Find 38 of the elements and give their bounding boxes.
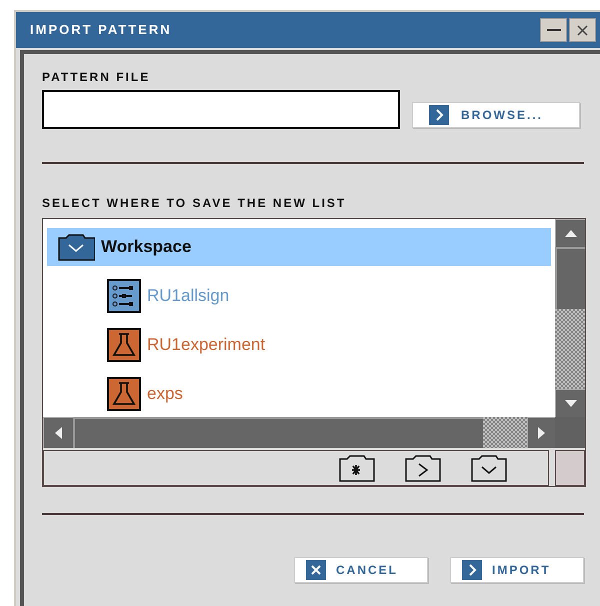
folder-chevron-down-icon	[470, 454, 508, 482]
minimize-button[interactable]	[540, 18, 567, 42]
flask-icon	[107, 328, 141, 362]
section-label: SELECT WHERE TO SAVE THE NEW LIST	[42, 195, 348, 212]
right-arrow-icon	[538, 427, 545, 439]
up-arrow-icon	[564, 230, 576, 237]
scroll-down-button[interactable]	[555, 389, 585, 417]
cancel-button[interactable]: CANCEL	[294, 557, 428, 583]
horizontal-scrollbar[interactable]	[43, 417, 555, 448]
list-icon	[107, 279, 141, 313]
folder-chevron-right-icon	[404, 454, 442, 482]
scroll-right-button[interactable]	[527, 417, 555, 448]
scroll-thumb[interactable]	[555, 247, 585, 309]
left-arrow-icon	[55, 427, 62, 439]
tree-item[interactable]: Workspace	[47, 228, 551, 266]
folder-star-icon	[338, 454, 376, 482]
scroll-corner	[555, 417, 585, 448]
down-arrow-icon	[564, 400, 576, 407]
collapse-folder-button[interactable]	[404, 454, 442, 482]
new-folder-button[interactable]	[338, 454, 376, 482]
chevron-right-icon	[429, 104, 449, 124]
minimize-icon	[546, 28, 560, 32]
vertical-scrollbar[interactable]	[555, 219, 585, 417]
field-label: PATTERN FILE	[42, 69, 152, 86]
chevron-right-icon	[462, 560, 482, 580]
flask-icon	[107, 377, 141, 411]
close-icon	[306, 560, 326, 580]
close-button[interactable]	[569, 18, 596, 42]
import-button[interactable]: IMPORT	[450, 557, 584, 583]
browse-button[interactable]: BROWSE...	[412, 102, 580, 128]
scroll-up-button[interactable]	[555, 219, 585, 247]
scroll-thumb[interactable]	[73, 417, 483, 448]
expand-folder-button[interactable]	[470, 454, 508, 482]
folder-icon	[57, 233, 95, 261]
close-icon	[577, 24, 588, 36]
window-title: IMPORT PATTERN	[30, 21, 172, 40]
pattern-file-input[interactable]	[42, 90, 400, 129]
scroll-left-button[interactable]	[43, 417, 73, 448]
